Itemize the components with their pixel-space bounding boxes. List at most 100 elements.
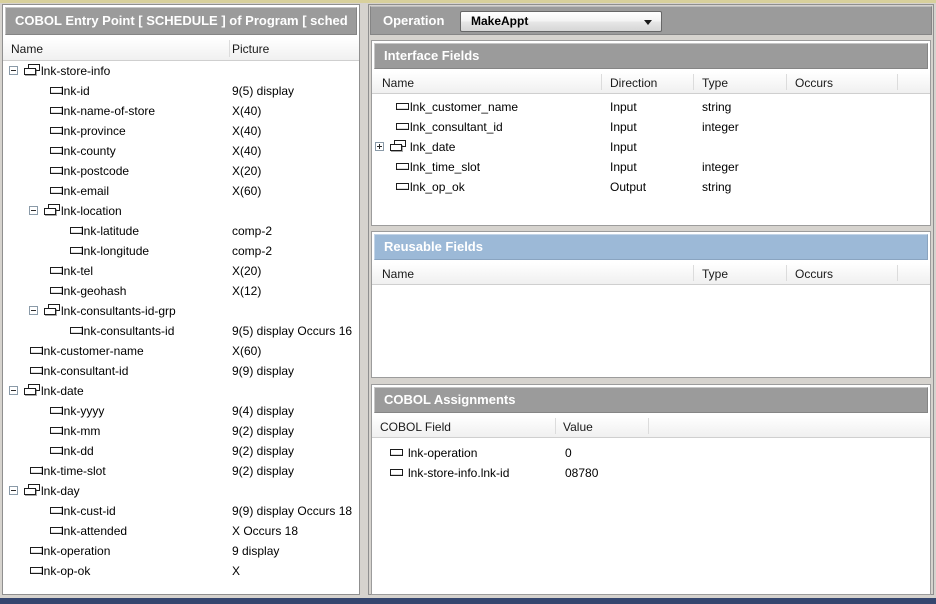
picture-value: X(60): [232, 341, 261, 361]
column-header-direction: Direction: [610, 72, 657, 93]
operation-label: Operation: [383, 7, 444, 34]
operation-pane: Operation MakeAppt Interface Fields Name…: [368, 4, 934, 595]
tree-item-lnk-email[interactable]: lnk-emailX(60): [3, 181, 359, 201]
assignment-row-lnk-operation[interactable]: lnk-operation0: [372, 443, 930, 463]
tree-item-lnk-consultants-id-grp[interactable]: lnk-consultants-id-grp: [3, 301, 359, 321]
collapse-icon[interactable]: [29, 306, 38, 315]
column-separator[interactable]: [786, 265, 787, 281]
tree-item-lnk-cust-id[interactable]: lnk-cust-id9(9) display Occurs 18: [3, 501, 359, 521]
field-name: lnk-longitude: [81, 241, 149, 261]
tree-item-lnk-store-info[interactable]: lnk-store-info: [3, 61, 359, 81]
interface-field-row-lnk_time_slot[interactable]: lnk_time_slotInputinteger: [372, 157, 930, 177]
group-field-icon: [24, 384, 41, 397]
picture-value: X(40): [232, 121, 261, 141]
field-name: lnk-attended: [61, 521, 127, 541]
group-field-icon: [24, 484, 41, 497]
assignment-value: 0: [565, 443, 572, 463]
tree-item-lnk-longitude[interactable]: lnk-longitude comp-2: [3, 241, 359, 261]
group-field-icon: [44, 304, 61, 317]
collapse-icon[interactable]: [9, 486, 18, 495]
tree-item-lnk-customer-name[interactable]: lnk-customer-nameX(60): [3, 341, 359, 361]
top-border: [0, 0, 936, 3]
field-name: lnk-op-ok: [41, 561, 90, 581]
column-separator[interactable]: [897, 265, 898, 281]
group-field-icon-front: [24, 68, 36, 75]
collapse-icon[interactable]: [9, 386, 18, 395]
tree-item-lnk-mm[interactable]: lnk-mm9(2) display: [3, 421, 359, 441]
field-icon: [396, 163, 409, 170]
plus-glyph: [379, 144, 380, 149]
column-separator[interactable]: [601, 74, 602, 90]
picture-value: 9(9) display: [232, 361, 294, 381]
copybook-tree: lnk-store-infolnk-id9(5) displaylnk-name…: [3, 61, 359, 585]
tree-item-lnk-date[interactable]: lnk-date: [3, 381, 359, 401]
collapse-icon[interactable]: [29, 206, 38, 215]
interface-field-row-lnk_op_ok[interactable]: lnk_op_okOutputstring: [372, 177, 930, 197]
expand-icon[interactable]: [375, 142, 384, 151]
tree-item-lnk-consultant-id[interactable]: lnk-consultant-id 9(9) display: [3, 361, 359, 381]
cobol-field-name: lnk-store-info.lnk-id: [408, 463, 509, 483]
column-separator[interactable]: [648, 418, 649, 434]
tree-item-lnk-day[interactable]: lnk-day: [3, 481, 359, 501]
field-name: lnk-county: [61, 141, 116, 161]
interface-field-row-lnk_customer_name[interactable]: lnk_customer_nameInputstring: [372, 97, 930, 117]
cobol-assignments-column-header: COBOL Field Value: [372, 416, 930, 438]
picture-value: X(20): [232, 261, 261, 281]
picture-value: comp-2: [232, 241, 272, 261]
column-separator[interactable]: [555, 418, 556, 434]
picture-value: X: [232, 561, 240, 581]
tree-item-lnk-yyyy[interactable]: lnk-yyyy9(4) display: [3, 401, 359, 421]
field-name: lnk_op_ok: [410, 177, 465, 197]
tree-item-lnk-attended[interactable]: lnk-attended X Occurs 18: [3, 521, 359, 541]
cobol-assignments-title: COBOL Assignments: [374, 387, 928, 413]
column-separator[interactable]: [693, 265, 694, 281]
field-name: lnk-consultant-id: [41, 361, 128, 381]
picture-value: 9(2) display: [232, 421, 294, 441]
column-header-occurs: Occurs: [795, 72, 833, 93]
tree-item-lnk-name-of-store[interactable]: lnk-name-of-store X(40): [3, 101, 359, 121]
tree-item-lnk-tel[interactable]: lnk-telX(20): [3, 261, 359, 281]
tree-item-lnk-op-ok[interactable]: lnk-op-ok X: [3, 561, 359, 581]
field-name: lnk-operation: [41, 541, 110, 561]
column-separator[interactable]: [897, 74, 898, 90]
column-header-value: Value: [563, 416, 593, 437]
tree-item-lnk-county[interactable]: lnk-county X(40): [3, 141, 359, 161]
field-name: lnk-cust-id: [61, 501, 116, 521]
tree-item-lnk-operation[interactable]: lnk-operation9 display: [3, 541, 359, 561]
tree-item-lnk-consultants-id[interactable]: lnk-consultants-id9(5) display Occurs 16: [3, 321, 359, 341]
picture-value: X(40): [232, 101, 261, 121]
group-field-icon-front: [44, 208, 56, 215]
assignment-row-lnk-store-info.lnk-id[interactable]: lnk-store-info.lnk-id08780: [372, 463, 930, 483]
picture-value: X Occurs 18: [232, 521, 298, 541]
picture-value: 9(5) display Occurs 16: [232, 321, 352, 341]
interface-fields-section: Interface Fields Name Direction Type Occ…: [371, 40, 931, 226]
field-name: lnk-id: [61, 81, 90, 101]
tree-item-lnk-id[interactable]: lnk-id9(5) display: [3, 81, 359, 101]
copybook-pane-title: COBOL Entry Point [ SCHEDULE ] of Progra…: [5, 7, 357, 35]
collapse-icon[interactable]: [9, 66, 18, 75]
field-name: lnk-day: [41, 481, 80, 501]
field-name: lnk-name-of-store: [61, 101, 155, 121]
interface-field-row-lnk_date[interactable]: lnk_dateInput: [372, 137, 930, 157]
tree-item-lnk-province[interactable]: lnk-provinceX(40): [3, 121, 359, 141]
column-separator[interactable]: [693, 74, 694, 90]
reusable-fields-column-header: Name Type Occurs: [372, 263, 930, 285]
operation-dropdown[interactable]: MakeAppt: [460, 11, 662, 32]
field-name: lnk-consultants-id-grp: [61, 301, 176, 321]
tree-item-lnk-geohash[interactable]: lnk-geohashX(12): [3, 281, 359, 301]
tree-item-lnk-location[interactable]: lnk-location: [3, 201, 359, 221]
tree-item-lnk-latitude[interactable]: lnk-latitudecomp-2: [3, 221, 359, 241]
tree-item-lnk-dd[interactable]: lnk-dd9(2) display: [3, 441, 359, 461]
direction-value: Input: [610, 157, 637, 177]
picture-value: X(40): [232, 141, 261, 161]
field-name: lnk-time-slot: [41, 461, 106, 481]
field-name: lnk-latitude: [81, 221, 139, 241]
column-separator[interactable]: [229, 40, 230, 57]
tree-item-lnk-postcode[interactable]: lnk-postcodeX(20): [3, 161, 359, 181]
interface-fields-rows: lnk_customer_nameInputstringlnk_consulta…: [372, 97, 930, 199]
column-separator[interactable]: [786, 74, 787, 90]
tree-item-lnk-time-slot[interactable]: lnk-time-slot9(2) display: [3, 461, 359, 481]
group-field-icon-front: [390, 144, 402, 151]
interface-field-row-lnk_consultant_id[interactable]: lnk_consultant_idInputinteger: [372, 117, 930, 137]
copybook-pane: COBOL Entry Point [ SCHEDULE ] of Progra…: [2, 4, 360, 595]
